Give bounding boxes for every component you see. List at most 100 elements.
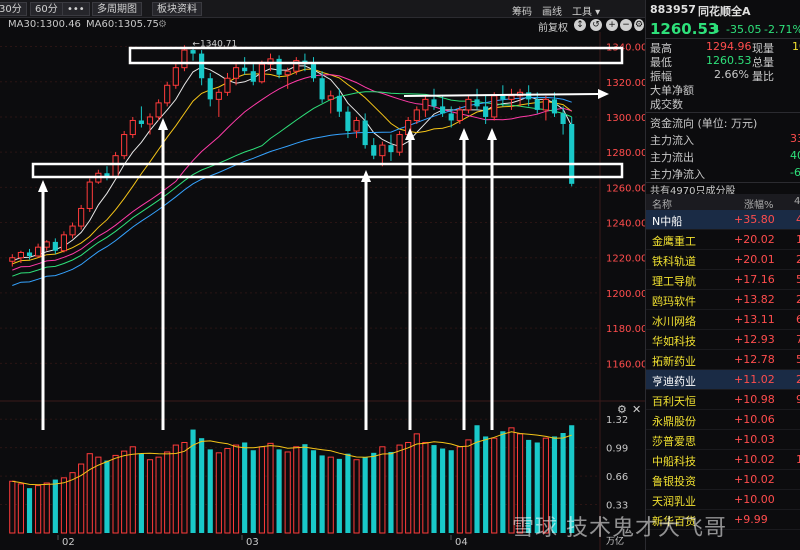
- last-price: 1260.53: [650, 20, 719, 38]
- stock-name: 华如科技: [652, 335, 696, 348]
- candle-body: [60, 234, 68, 252]
- ma-settings-icon[interactable]: ⚙: [158, 19, 167, 30]
- candle-body: [551, 99, 558, 114]
- sector-info-button[interactable]: 板块资料: [152, 2, 202, 16]
- stock-list-item[interactable]: 鸥玛软件 +13.82 2: [646, 290, 800, 310]
- stat-value-cur-vol: 10: [792, 40, 800, 53]
- candle-body: [86, 181, 93, 209]
- stock-list-item[interactable]: 铁科轨道 +20.01 2: [646, 250, 800, 270]
- net-flow-value: -6: [790, 166, 800, 179]
- candle-body: [199, 53, 205, 79]
- volume-bar: [250, 450, 256, 533]
- settings-icon[interactable]: ⚙: [634, 19, 644, 31]
- stock-list-item[interactable]: 永鼎股份 +10.06: [646, 410, 800, 430]
- period-30min-button[interactable]: 30分: [0, 2, 27, 16]
- stock-list-item[interactable]: N中船 +35.80 4: [646, 210, 800, 230]
- stock-name: 莎普爱思: [652, 435, 696, 448]
- index-code: 883957: [650, 3, 696, 16]
- volume-bar: [104, 460, 110, 533]
- deal-count-label: 成交数: [650, 98, 683, 111]
- stock-extra-value: 2: [796, 293, 800, 306]
- kline-chart[interactable]: 1340.001320.001300.001280.001260.001240.…: [0, 32, 645, 550]
- column-pct-header[interactable]: 涨幅%: [744, 196, 774, 211]
- price-tick-label: 1260.00: [606, 183, 645, 194]
- price-tick-label: 1220.00: [606, 254, 645, 265]
- price-tick-label: 1300.00: [606, 113, 645, 124]
- more-periods-button[interactable]: •••: [62, 2, 90, 16]
- undo-icon[interactable]: ↺: [590, 19, 602, 31]
- volume-bar: [500, 431, 506, 533]
- volume-bar: [388, 451, 394, 533]
- price-tick-label: 1160.00: [606, 359, 645, 370]
- watermark: 雪球 技术鬼才大飞哥: [512, 516, 727, 541]
- stock-list-item[interactable]: 鲁银投资 +10.02: [646, 470, 800, 490]
- period-60min-button[interactable]: 60分: [30, 2, 63, 16]
- stock-change-pct: +17.16: [734, 273, 775, 286]
- candle-body: [456, 109, 463, 121]
- stock-list-item[interactable]: 拓新药业 +12.78 5: [646, 350, 800, 370]
- x-tick-label: 04: [455, 537, 468, 548]
- volume-bar: [310, 450, 317, 533]
- stock-name: 天润乳业: [652, 495, 696, 508]
- quote-panel: 883957 同花顺全A 1260.53 ⬇ -35.05 -2.71% 最高 …: [645, 0, 800, 550]
- volume-bar: [199, 438, 205, 533]
- stock-list-item[interactable]: 理工导航 +17.16 5: [646, 270, 800, 290]
- candle-body: [164, 84, 171, 104]
- volume-bar: [129, 446, 136, 534]
- stock-name: 拓新药业: [652, 355, 696, 368]
- candle-body: [224, 77, 231, 93]
- candle-body: [560, 113, 566, 124]
- stock-list-item[interactable]: 天润乳业 +10.00: [646, 490, 800, 510]
- candle-body: [310, 64, 317, 79]
- stock-name: 冰川网络: [652, 315, 696, 328]
- zoom-in-icon[interactable]: +: [606, 19, 618, 31]
- stock-name: 中船科技: [652, 455, 696, 468]
- stock-change-pct: +13.11: [734, 313, 775, 326]
- ma30-readout: MA30:1300.46: [8, 19, 81, 30]
- volume-bar: [440, 448, 446, 533]
- volume-bar: [35, 485, 42, 534]
- chip-distribution-button[interactable]: 筹码: [512, 3, 532, 18]
- volume-bar: [146, 459, 154, 534]
- stock-list-item[interactable]: 中船科技 +10.02 1: [646, 450, 800, 470]
- stock-list-item[interactable]: 莎普爱思 +10.03: [646, 430, 800, 450]
- volume-bar: [379, 446, 386, 534]
- tools-menu-button[interactable]: 工具 ▾: [572, 3, 600, 18]
- candle-body: [26, 252, 33, 256]
- stat-value-high: 1294.96: [706, 40, 752, 53]
- stock-list-item[interactable]: 亨迪药业 +11.02 2: [646, 370, 800, 390]
- candle-body: [121, 134, 128, 157]
- candle-body: [17, 251, 24, 259]
- drawing-button[interactable]: 画线: [542, 3, 562, 18]
- stock-change-pct: +10.03: [734, 433, 775, 446]
- stock-list-header: 名称 涨幅% 4: [646, 194, 800, 211]
- volume-bar: [284, 451, 291, 534]
- chart-toolbar: 30分 60分 ••• 多周期图 板块资料 筹码 画线 工具 ▾: [0, 0, 645, 18]
- stock-change-pct: +10.00: [734, 493, 775, 506]
- candle-body: [146, 116, 154, 125]
- volume-bar: [448, 450, 454, 533]
- stock-change-pct: +20.02: [734, 233, 775, 246]
- candle-body: [43, 241, 50, 248]
- stock-list-item[interactable]: 百利天恒 +10.98 9: [646, 390, 800, 410]
- candle-body: [155, 102, 162, 118]
- multi-period-button[interactable]: 多周期图: [92, 2, 142, 16]
- column-name-header[interactable]: 名称: [652, 196, 672, 211]
- stock-list-item[interactable]: 冰川网络 +13.11 6: [646, 310, 800, 330]
- zoom-out-icon[interactable]: −: [620, 19, 632, 31]
- price-tick-label: 1180.00: [606, 324, 645, 335]
- flow-in-label: 主力流入: [650, 134, 694, 147]
- candle-body: [345, 111, 351, 132]
- volume-bars: [9, 425, 575, 534]
- volume-bar: [345, 453, 351, 533]
- stock-list-item[interactable]: 金鹰重工 +20.02 1: [646, 230, 800, 250]
- volume-bar: [267, 442, 274, 534]
- candle-body: [465, 98, 472, 111]
- stock-extra-value: 1: [796, 233, 800, 246]
- price-change: -35.05: [726, 23, 762, 36]
- divider: [646, 112, 800, 113]
- stock-list-item[interactable]: 华如科技 +12.93 7: [646, 330, 800, 350]
- candle-body: [250, 71, 256, 82]
- volume-tick-label: 0.66: [606, 472, 628, 483]
- lock-icon[interactable]: ↕: [574, 19, 586, 31]
